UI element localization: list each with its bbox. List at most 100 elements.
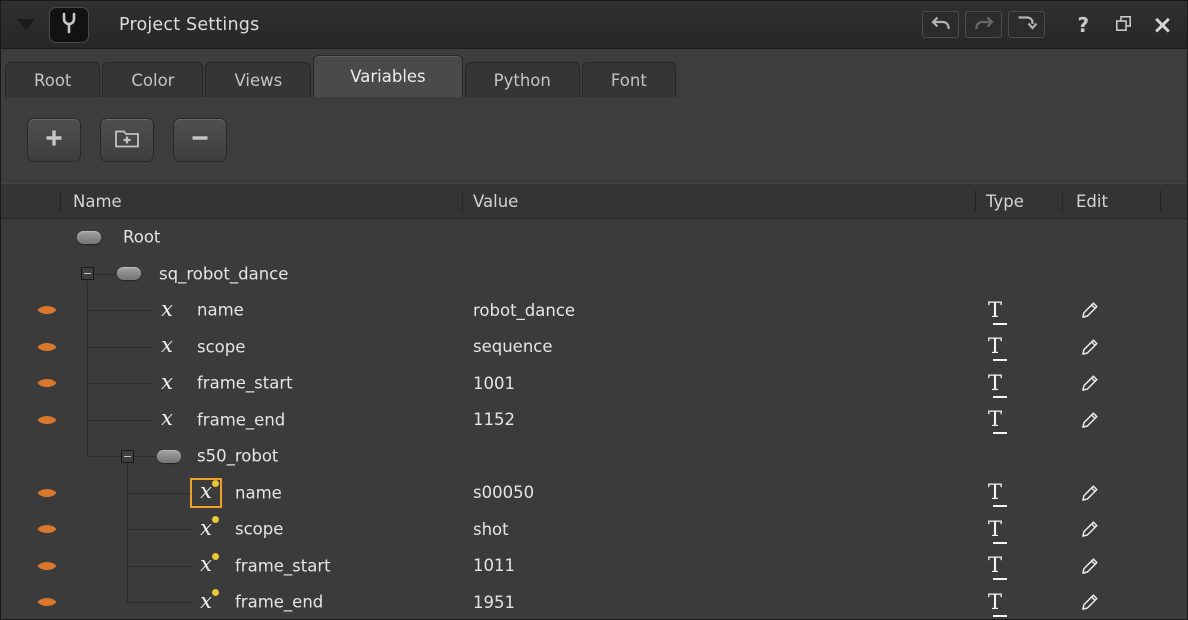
value-cell[interactable]: 1001 [463,365,976,402]
tree-variable-row[interactable]: x frame_start 1001 T [1,365,1187,402]
close-button[interactable]: × [1152,12,1173,37]
value-cell[interactable]: 1152 [463,402,976,439]
name-cell: x frame_start [61,365,463,402]
variable-name-label: frame_start [197,374,293,393]
group-label: s50_robot [197,447,278,466]
variable-name-label: name [197,301,244,320]
edit-pencil-icon[interactable] [1081,338,1099,356]
edit-pencil-icon[interactable] [1081,557,1099,575]
tree-line-horizontal [87,420,153,421]
project-settings-window: Project Settings [0,0,1188,620]
panel-menu-icon[interactable] [17,19,35,30]
edit-cell [1063,219,1161,256]
row-gutter [1,548,61,585]
value-cell[interactable]: s00050 [463,475,976,512]
tab-root[interactable]: Root [5,62,100,97]
type-cell [976,438,1063,475]
edit-cell [1063,511,1161,548]
undo-button[interactable] [922,11,959,38]
revert-arrow-icon [1016,15,1037,34]
edit-pencil-icon[interactable] [1081,374,1099,392]
tab-python[interactable]: Python [465,62,580,97]
redo-arrow-icon [974,15,994,34]
tree-variable-row[interactable]: xnamerobot_danceT [1,292,1187,329]
type-cell: T [976,329,1063,366]
type-text-icon: T [988,373,1002,394]
row-gutter [1,256,61,293]
value-text: 1001 [473,374,515,393]
edit-cell [1063,256,1161,293]
variable-icon[interactable]: x [151,405,183,435]
tree-variable-row[interactable]: xscope shot T [1,511,1187,548]
edit-cell [1063,402,1161,439]
variable-icon[interactable]: x [190,478,222,508]
value-cell[interactable]: sequence [463,329,976,366]
column-header-name[interactable]: Name [61,184,463,218]
tree-variable-row[interactable]: xframe_end1951T [1,584,1187,619]
value-cell[interactable]: 1011 [463,548,976,585]
visibility-eye-icon[interactable] [36,340,58,354]
type-text-icon: T [988,592,1002,613]
visibility-eye-icon[interactable] [36,595,58,609]
revert-button[interactable] [1008,11,1045,38]
variable-icon[interactable]: x [190,551,222,581]
visibility-eye-icon[interactable] [36,522,58,536]
edit-cell [1063,292,1161,329]
tree-variable-row[interactable]: xnames00050T [1,475,1187,512]
variable-icon[interactable]: x [151,368,183,398]
type-text-icon: T [988,519,1002,540]
column-header-type[interactable]: Type [976,184,1063,218]
visibility-eye-icon[interactable] [36,376,58,390]
value-cell[interactable]: robot_dance [463,292,976,329]
edit-pencil-icon[interactable] [1081,484,1099,502]
group-icon [157,450,181,463]
variable-icon[interactable]: x [190,514,222,544]
tree-line-horizontal [127,566,192,567]
tab-font[interactable]: Font [582,62,676,97]
edit-pencil-icon[interactable] [1081,593,1099,611]
tree-group-row[interactable]: sq_robot_dance [1,256,1187,293]
tree-variable-row[interactable]: xframe_start1011T [1,548,1187,585]
variable-icon[interactable]: x [151,332,183,362]
expander-toggle[interactable] [121,450,134,463]
column-header-edit-label: Edit [1076,192,1108,211]
help-button[interactable]: ? [1077,15,1089,35]
edit-cell [1063,475,1161,512]
tab-views[interactable]: Views [205,62,311,97]
float-panel-button[interactable] [1115,15,1132,35]
group-icon [117,267,141,280]
tree-group-row[interactable]: Root [1,219,1187,256]
tab-color[interactable]: Color [102,62,203,97]
tree-variable-row[interactable]: xscopesequenceT [1,329,1187,366]
tab-variables[interactable]: Variables [313,55,462,97]
tree-variable-row[interactable]: xframe_end1152T [1,402,1187,439]
visibility-eye-icon[interactable] [36,559,58,573]
name-cell: Root [61,219,463,256]
visibility-eye-icon[interactable] [36,303,58,317]
value-cell[interactable]: shot [463,511,976,548]
edit-pencil-icon[interactable] [1081,411,1099,429]
tree-group-row[interactable]: s50_robot [1,438,1187,475]
value-cell[interactable]: 1951 [463,584,976,619]
add-variable-button[interactable] [27,118,81,162]
redo-button[interactable] [965,11,1002,38]
expander-toggle[interactable] [81,267,94,280]
properties-panel-button[interactable] [49,7,89,43]
variable-name-label: scope [235,520,283,539]
column-header-value[interactable]: Value [463,184,976,218]
column-header-edit[interactable]: Edit [1063,184,1161,218]
row-gutter [1,365,61,402]
variable-icon[interactable]: x [190,587,222,617]
edit-pencil-icon[interactable] [1081,301,1099,319]
visibility-eye-icon[interactable] [36,486,58,500]
visibility-eye-icon[interactable] [36,413,58,427]
variable-icon[interactable]: x [151,295,183,325]
variable-name-label: frame_end [197,410,285,429]
remove-variable-button[interactable] [173,118,227,162]
modified-dot-icon [212,553,219,560]
variables-tree: Rootsq_robot_dancexnamerobot_danceTxscop… [1,219,1187,619]
name-cell: xname [61,292,463,329]
tree-line-vertical [87,438,88,456]
add-group-button[interactable] [100,118,154,162]
edit-pencil-icon[interactable] [1081,520,1099,538]
